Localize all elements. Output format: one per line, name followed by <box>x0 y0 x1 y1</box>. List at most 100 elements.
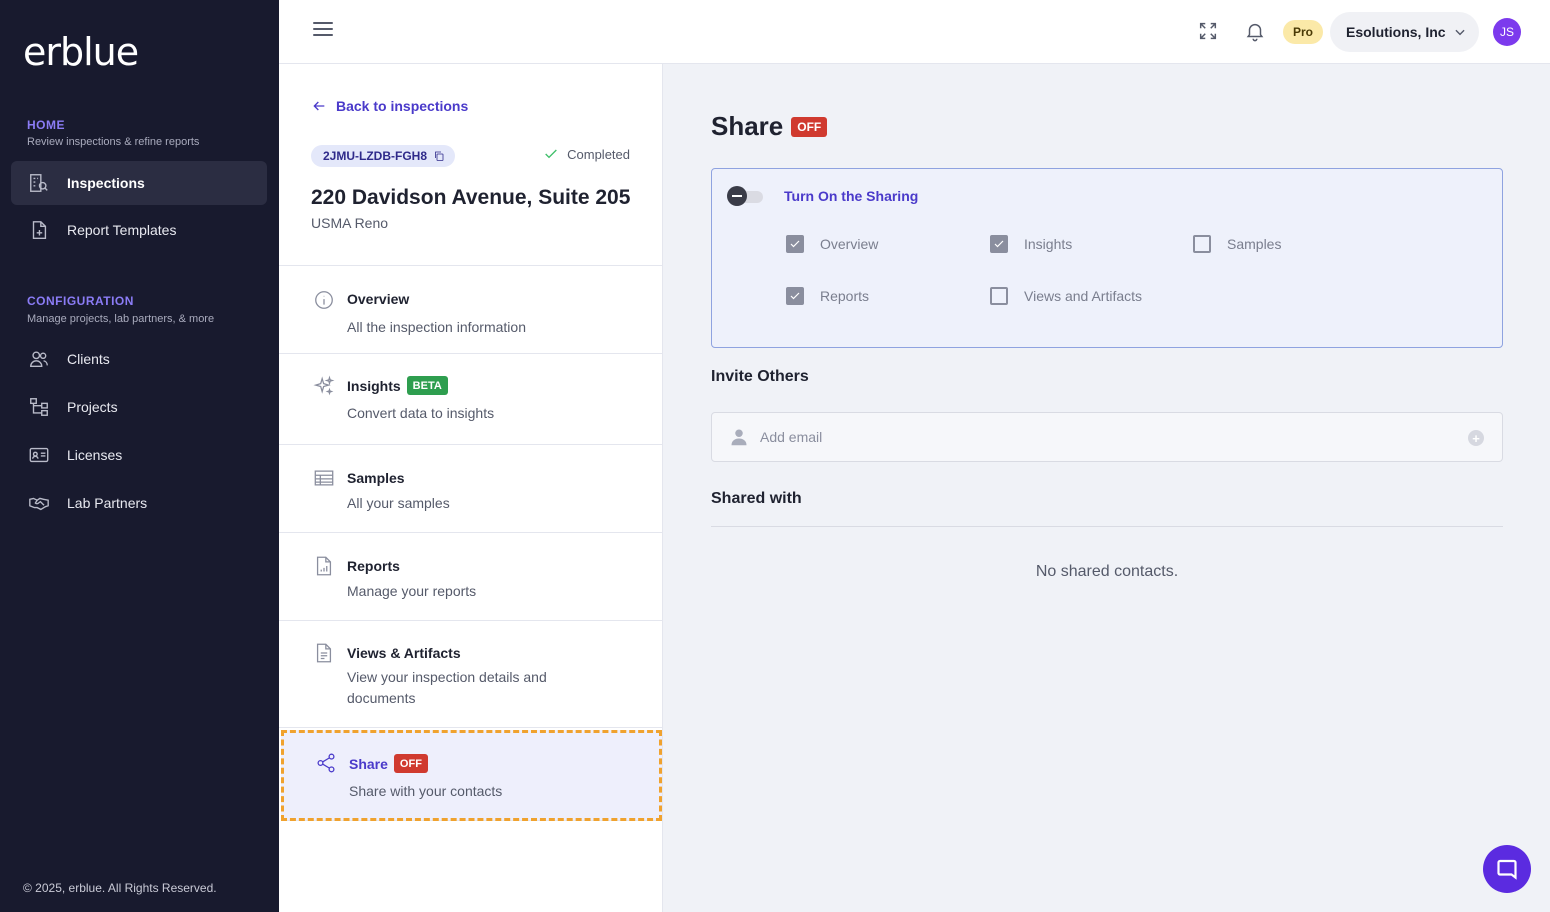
sharing-toggle-label[interactable]: Turn On the Sharing <box>784 188 918 204</box>
checkbox-box[interactable] <box>990 235 1008 253</box>
checkbox-box[interactable] <box>990 287 1008 305</box>
sidebar-item-lab-partners[interactable]: Lab Partners <box>11 481 267 525</box>
menu-item-title-text: Share <box>349 755 388 772</box>
sidebar-item-label: Projects <box>67 399 118 415</box>
sidebar-item-label: Report Templates <box>67 222 177 238</box>
menu-item-overview[interactable]: Overview All the inspection information <box>279 266 662 354</box>
inspection-panel: Back to inspections 2JMU-LZDB-FGH8 Compl… <box>279 64 663 912</box>
organization-select[interactable]: Esolutions, Inc <box>1330 12 1479 52</box>
sidebar-item-licenses[interactable]: Licenses <box>11 433 267 477</box>
menu-item-views-artifacts[interactable]: Views & Artifacts View your inspection d… <box>279 621 662 728</box>
avatar[interactable]: JS <box>1493 18 1521 46</box>
id-card-icon <box>27 443 51 467</box>
sidebar-item-label: Licenses <box>67 447 123 463</box>
organization-name: Esolutions, Inc <box>1346 24 1446 40</box>
table-icon <box>313 467 335 489</box>
building-search-icon <box>27 171 51 195</box>
fullscreen-icon[interactable] <box>1197 20 1221 44</box>
sidebar-item-projects[interactable]: Projects <box>11 385 267 429</box>
sidebar-item-label: Inspections <box>67 175 145 191</box>
menu-item-title-text: Insights <box>347 377 401 394</box>
info-icon <box>313 289 335 311</box>
handshake-icon <box>27 491 51 515</box>
status-badge: OFF <box>791 116 828 137</box>
beta-badge: BETA <box>406 376 448 395</box>
chevron-down-icon <box>1455 29 1465 36</box>
menu-item-title: Share OFF <box>349 754 662 773</box>
arrow-left-icon <box>313 101 325 111</box>
checkbox-samples[interactable]: Samples <box>1193 235 1281 253</box>
plan-badge: Pro <box>1283 20 1324 44</box>
checkbox-views-artifacts[interactable]: Views and Artifacts <box>990 287 1142 305</box>
hierarchy-icon <box>27 395 51 419</box>
copy-icon[interactable] <box>433 150 445 162</box>
sharing-settings-panel: Turn On the Sharing Overview Insights Sa… <box>711 168 1503 348</box>
sidebar-item-label: Clients <box>67 351 110 367</box>
section-title-home: HOME <box>27 118 65 132</box>
checkbox-insights[interactable]: Insights <box>990 235 1072 253</box>
copyright-footer: © 2025, erblue. All Rights Reserved. <box>23 881 217 895</box>
checkbox-box[interactable] <box>786 235 804 253</box>
checkbox-reports[interactable]: Reports <box>786 287 869 305</box>
sidebar-item-clients[interactable]: Clients <box>11 337 267 381</box>
checkbox-label: Insights <box>1024 236 1073 252</box>
sparkles-icon <box>313 375 335 397</box>
sidebar-item-inspections[interactable]: Inspections <box>11 161 267 205</box>
menu-item-insights[interactable]: Insights BETA Convert data to insights <box>279 354 662 445</box>
status-indicator: Completed <box>543 146 630 162</box>
person-icon <box>731 429 747 446</box>
checkbox-label: Samples <box>1227 236 1282 252</box>
menu-item-title: Views & Artifacts <box>347 645 461 661</box>
inspection-address: 220 Davidson Avenue, Suite 205 <box>311 186 631 209</box>
report-chart-icon <box>313 555 335 577</box>
back-link-label: Back to inspections <box>336 98 469 114</box>
document-icon <box>313 642 335 664</box>
checkbox-label: Overview <box>820 236 879 252</box>
email-input[interactable] <box>760 425 1440 449</box>
section-subtitle-home: Review inspections & refine reports <box>27 136 200 148</box>
inspection-menu: Overview All the inspection information … <box>279 265 662 821</box>
checkbox-overview[interactable]: Overview <box>786 235 878 253</box>
users-icon <box>27 347 51 371</box>
menu-item-subtitle: All your samples <box>347 495 450 511</box>
checkbox-label: Views and Artifacts <box>1024 288 1143 304</box>
check-icon <box>545 149 557 159</box>
checkbox-label: Reports <box>820 288 870 304</box>
app-logo[interactable]: erblue <box>23 30 139 74</box>
off-badge: OFF <box>393 754 428 773</box>
menu-item-share[interactable]: Share OFF Share with your contacts <box>281 730 662 821</box>
menu-item-samples[interactable]: Samples All your samples <box>279 445 662 533</box>
chat-support-button[interactable] <box>1483 845 1531 893</box>
menu-item-title: Insights BETA <box>347 376 662 395</box>
hamburger-menu-icon[interactable] <box>313 22 333 42</box>
menu-item-subtitle: All the inspection information <box>347 319 526 335</box>
invite-others-heading: Invite Others <box>711 368 809 385</box>
bell-icon[interactable] <box>1244 20 1268 44</box>
divider <box>711 526 1503 527</box>
menu-item-title: Overview <box>347 291 410 307</box>
menu-item-subtitle: Share with your contacts <box>349 783 503 799</box>
section-title-configuration: CONFIGURATION <box>27 294 134 308</box>
add-email-field[interactable]: + <box>711 412 1503 462</box>
menu-item-subtitle: Convert data to insights <box>347 405 495 421</box>
inspection-code: 2JMU-LZDB-FGH8 <box>323 149 427 163</box>
add-email-plus-icon[interactable]: + <box>1468 430 1484 446</box>
inspection-code-chip[interactable]: 2JMU-LZDB-FGH8 <box>311 145 455 167</box>
page-title: Share OFF <box>711 111 828 142</box>
checkbox-box[interactable] <box>1193 235 1211 253</box>
menu-item-subtitle: View your inspection details and documen… <box>347 669 547 706</box>
checkbox-box[interactable] <box>786 287 804 305</box>
status-label: Completed <box>567 146 630 162</box>
sidebar-item-report-templates[interactable]: Report Templates <box>11 208 267 252</box>
topbar: Pro Esolutions, Inc JS <box>279 0 1550 64</box>
page-title-text: Share <box>711 111 784 141</box>
menu-item-reports[interactable]: Reports Manage your reports <box>279 533 662 621</box>
menu-item-subtitle: Manage your reports <box>347 583 477 599</box>
sharing-toggle[interactable] <box>727 186 764 206</box>
inspection-organization: USMA Reno <box>311 215 389 231</box>
back-to-inspections-link[interactable]: Back to inspections <box>311 98 468 114</box>
sidebar-item-label: Lab Partners <box>67 495 148 511</box>
document-plus-icon <box>27 218 51 242</box>
menu-item-title: Reports <box>347 558 400 574</box>
section-subtitle-configuration: Manage projects, lab partners, & more <box>27 313 215 325</box>
